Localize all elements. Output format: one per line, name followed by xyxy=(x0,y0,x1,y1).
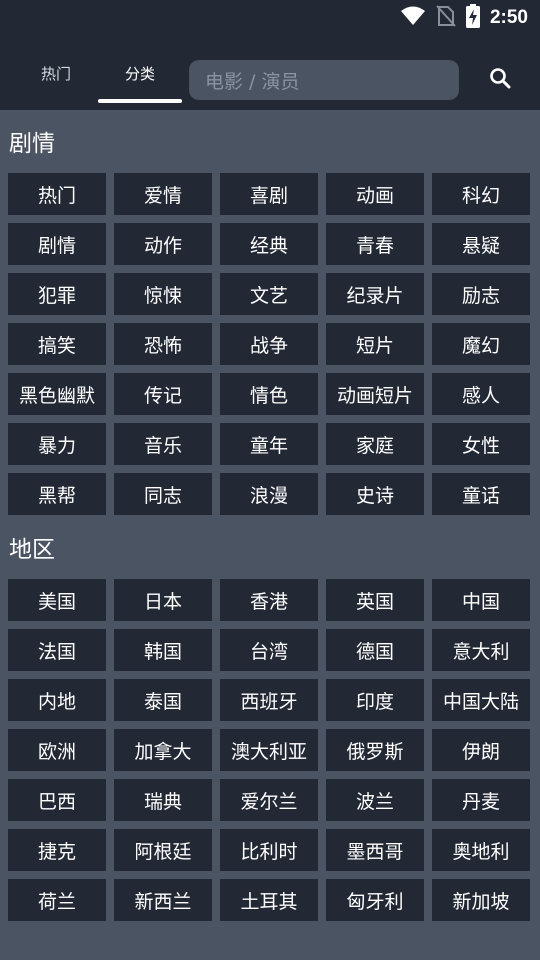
region-chip[interactable]: 伊朗 xyxy=(432,729,530,771)
genre-chip[interactable]: 感人 xyxy=(432,373,530,415)
genre-chip[interactable]: 浪漫 xyxy=(220,473,318,515)
search-button[interactable] xyxy=(480,60,520,100)
genre-chip[interactable]: 热门 xyxy=(8,173,106,215)
region-chip[interactable]: 捷克 xyxy=(8,829,106,871)
status-bar: 2:50 xyxy=(0,0,540,36)
region-chip[interactable]: 泰国 xyxy=(114,679,212,721)
region-chip[interactable]: 欧洲 xyxy=(8,729,106,771)
search-placeholder: 电影 / 演员 xyxy=(205,70,300,93)
region-chip[interactable]: 荷兰 xyxy=(8,879,106,921)
genre-chip[interactable]: 动画短片 xyxy=(326,373,424,415)
region-chip[interactable]: 墨西哥 xyxy=(326,829,424,871)
genre-chip[interactable]: 犯罪 xyxy=(8,273,106,315)
genre-chip[interactable]: 纪录片 xyxy=(326,273,424,315)
active-tab-indicator xyxy=(98,99,182,103)
genre-chip[interactable]: 音乐 xyxy=(114,423,212,465)
genre-chip[interactable]: 惊悚 xyxy=(114,273,212,315)
genre-chip[interactable]: 同志 xyxy=(114,473,212,515)
region-chip[interactable]: 英国 xyxy=(326,579,424,621)
region-chip[interactable]: 澳大利亚 xyxy=(220,729,318,771)
region-chip[interactable]: 爱尔兰 xyxy=(220,779,318,821)
region-chip[interactable]: 印度 xyxy=(326,679,424,721)
region-chip[interactable]: 德国 xyxy=(326,629,424,671)
region-chip[interactable]: 法国 xyxy=(8,629,106,671)
region-chip[interactable]: 台湾 xyxy=(220,629,318,671)
genre-chip[interactable]: 爱情 xyxy=(114,173,212,215)
region-chip[interactable]: 香港 xyxy=(220,579,318,621)
section-title-region: 地区 xyxy=(9,537,55,563)
region-chip[interactable]: 中国 xyxy=(432,579,530,621)
region-chip[interactable]: 日本 xyxy=(114,579,212,621)
genre-chip[interactable]: 青春 xyxy=(326,223,424,265)
genre-chip[interactable]: 剧情 xyxy=(8,223,106,265)
no-sim-icon xyxy=(436,5,456,31)
genre-chip[interactable]: 情色 xyxy=(220,373,318,415)
genre-chip[interactable]: 短片 xyxy=(326,323,424,365)
region-chip[interactable]: 新西兰 xyxy=(114,879,212,921)
region-chip[interactable]: 意大利 xyxy=(432,629,530,671)
genre-chip[interactable]: 文艺 xyxy=(220,273,318,315)
region-chip[interactable]: 匈牙利 xyxy=(326,879,424,921)
region-chip[interactable]: 奥地利 xyxy=(432,829,530,871)
region-chip[interactable]: 西班牙 xyxy=(220,679,318,721)
genre-chip[interactable]: 科幻 xyxy=(432,173,530,215)
genre-chip[interactable]: 童年 xyxy=(220,423,318,465)
battery-charging-icon xyxy=(465,4,480,32)
genre-chip[interactable]: 喜剧 xyxy=(220,173,318,215)
genre-chip[interactable]: 搞笑 xyxy=(8,323,106,365)
genre-chip[interactable]: 悬疑 xyxy=(432,223,530,265)
tab-hot[interactable]: 热门 xyxy=(14,36,98,110)
genre-chip[interactable]: 史诗 xyxy=(326,473,424,515)
status-icons: 2:50 xyxy=(400,4,528,32)
region-chip[interactable]: 比利时 xyxy=(220,829,318,871)
search-icon xyxy=(489,67,511,93)
region-grid: 美国 日本 香港 英国 中国法国 韩国 台湾 德国 意大利内地 泰国 西班牙 印度 中国大陆欧洲 加拿大澳… xyxy=(8,579,530,921)
genre-chip[interactable]: 魔幻 xyxy=(432,323,530,365)
genre-chip[interactable]: 女性 xyxy=(432,423,530,465)
genre-chip[interactable]: 恐怖 xyxy=(114,323,212,365)
genre-chip[interactable]: 童话 xyxy=(432,473,530,515)
genre-chip[interactable]: 励志 xyxy=(432,273,530,315)
genre-chip[interactable]: 动画 xyxy=(326,173,424,215)
genre-chip[interactable]: 黑色幽默 xyxy=(8,373,106,415)
genre-chip[interactable]: 动作 xyxy=(114,223,212,265)
region-chip[interactable]: 新加坡 xyxy=(432,879,530,921)
genre-chip[interactable]: 家庭 xyxy=(326,423,424,465)
region-chip[interactable]: 阿根廷 xyxy=(114,829,212,871)
genre-grid: 热门 爱情 喜剧 动画 科幻剧情 动作 经典 青春 悬疑犯罪 惊悚 文艺 纪录片 励志搞笑 恐怖 战争 短片魔… xyxy=(8,173,530,515)
search-input[interactable]: 电影 / 演员 xyxy=(189,60,459,100)
top-header: 热门 分类 电影 / 演员 xyxy=(0,36,540,110)
genre-chip[interactable]: 经典 xyxy=(220,223,318,265)
region-chip[interactable]: 丹麦 xyxy=(432,779,530,821)
region-chip[interactable]: 波兰 xyxy=(326,779,424,821)
region-chip[interactable]: 中国大陆 xyxy=(432,679,530,721)
region-chip[interactable]: 韩国 xyxy=(114,629,212,671)
genre-chip[interactable]: 传记 xyxy=(114,373,212,415)
region-chip[interactable]: 巴西 xyxy=(8,779,106,821)
section-title-genre: 剧情 xyxy=(9,131,55,157)
genre-chip[interactable]: 黑帮 xyxy=(8,473,106,515)
region-chip[interactable]: 美国 xyxy=(8,579,106,621)
region-chip[interactable]: 俄罗斯 xyxy=(326,729,424,771)
region-chip[interactable]: 土耳其 xyxy=(220,879,318,921)
region-chip[interactable]: 内地 xyxy=(8,679,106,721)
genre-chip[interactable]: 暴力 xyxy=(8,423,106,465)
region-chip[interactable]: 瑞典 xyxy=(114,779,212,821)
wifi-icon xyxy=(400,6,426,30)
status-time: 2:50 xyxy=(489,7,528,28)
region-chip[interactable]: 加拿大 xyxy=(114,729,212,771)
genre-chip[interactable]: 战争 xyxy=(220,323,318,365)
